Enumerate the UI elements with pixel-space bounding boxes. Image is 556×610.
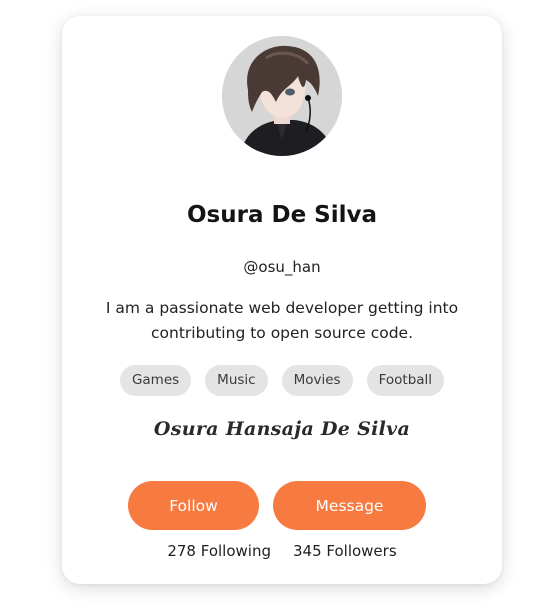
profile-stats: 278 Following 345 Followers	[62, 542, 502, 560]
profile-bio: I am a passionate web developer getting …	[105, 299, 459, 342]
following-count: 278 Following	[167, 542, 271, 560]
profile-handle: @osu_han	[243, 258, 321, 276]
tag-football: Football	[366, 365, 445, 396]
follow-button[interactable]: Follow	[128, 481, 259, 530]
message-button[interactable]: Message	[273, 481, 426, 530]
followers-count: 345 Followers	[292, 542, 397, 560]
interest-tags: Games Music Movies Football	[62, 365, 502, 396]
signature: Osura Hansaja De Silva	[153, 418, 411, 440]
avatar	[222, 36, 342, 156]
profile-card: Osura De Silva @osu_han I am a passionat…	[62, 16, 502, 584]
tag-music: Music	[205, 365, 268, 396]
profile-actions: Follow Message	[128, 481, 426, 530]
tag-games: Games	[119, 365, 192, 396]
profile-name: Osura De Silva	[186, 202, 378, 228]
anime-boy-portrait-icon	[222, 36, 342, 156]
tag-movies: Movies	[281, 365, 353, 396]
